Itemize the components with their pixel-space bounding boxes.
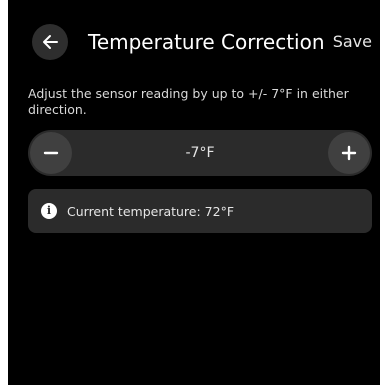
description-text: Adjust the sensor reading by up to +/- 7… [28, 86, 349, 117]
stepper-value: -7°F [185, 145, 215, 161]
page-title: Temperature Correction [88, 30, 325, 54]
save-button[interactable]: Save [333, 31, 372, 53]
screen: Temperature Correction Save Adjust the s… [8, 0, 380, 385]
header: Temperature Correction Save [8, 18, 380, 66]
info-icon: i [41, 203, 57, 219]
back-button[interactable] [32, 24, 68, 60]
plus-icon [341, 145, 357, 161]
temperature-stepper: -7°F [28, 130, 372, 176]
current-temperature-text: Current temperature: 72°F [67, 203, 235, 219]
arrow-left-icon [43, 35, 58, 49]
increase-button[interactable] [328, 132, 370, 174]
info-card: i Current temperature: 72°F [28, 189, 372, 233]
